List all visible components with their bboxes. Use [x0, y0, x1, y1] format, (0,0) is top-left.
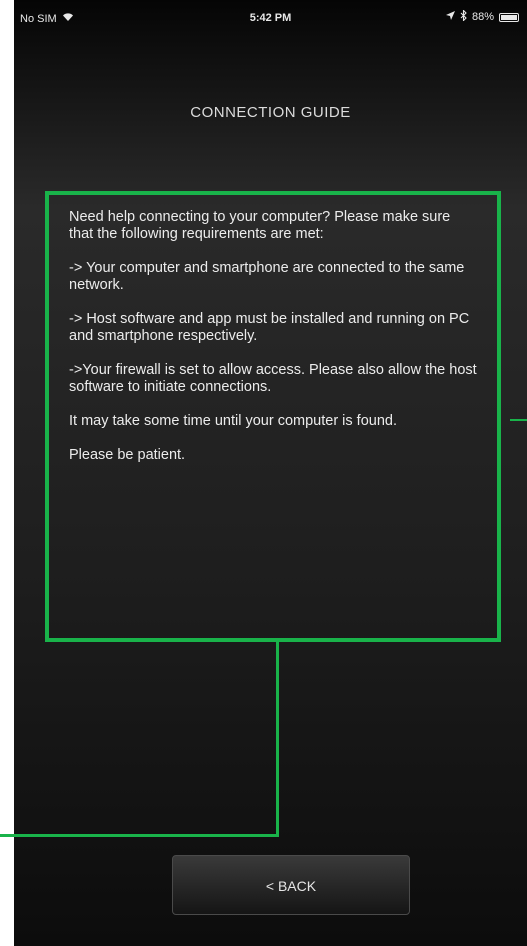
guide-intro: Need help connecting to your computer? P… [69, 209, 451, 242]
page-title: CONNECTION GUIDE [190, 104, 351, 121]
phone-screen: No SIM 5:42 PM 88% CONNECTION GUIDE Need… [14, 0, 527, 946]
back-button[interactable]: < BACK [172, 855, 410, 915]
status-right: 88% [445, 9, 519, 24]
location-arrow-icon [445, 11, 455, 23]
battery-percent: 88% [471, 11, 494, 23]
guide-wait-note: It may take some time until your compute… [69, 413, 397, 429]
guide-requirement-software: -> Host software and app must be install… [69, 311, 470, 344]
bluetooth-icon [460, 9, 467, 24]
guide-requirement-network: -> Your computer and smartphone are conn… [69, 260, 465, 293]
highlight-connector-horizontal [0, 834, 279, 837]
highlight-connector-vertical [276, 642, 279, 837]
guide-requirement-firewall: ->Your firewall is set to allow access. … [69, 362, 477, 395]
highlight-edge-line [510, 419, 527, 421]
guide-patience-note: Please be patient. [69, 447, 186, 463]
battery-icon [499, 12, 519, 22]
status-bar: No SIM 5:42 PM 88% [14, 0, 527, 34]
connection-guide-box: Need help connecting to your computer? P… [45, 191, 501, 642]
